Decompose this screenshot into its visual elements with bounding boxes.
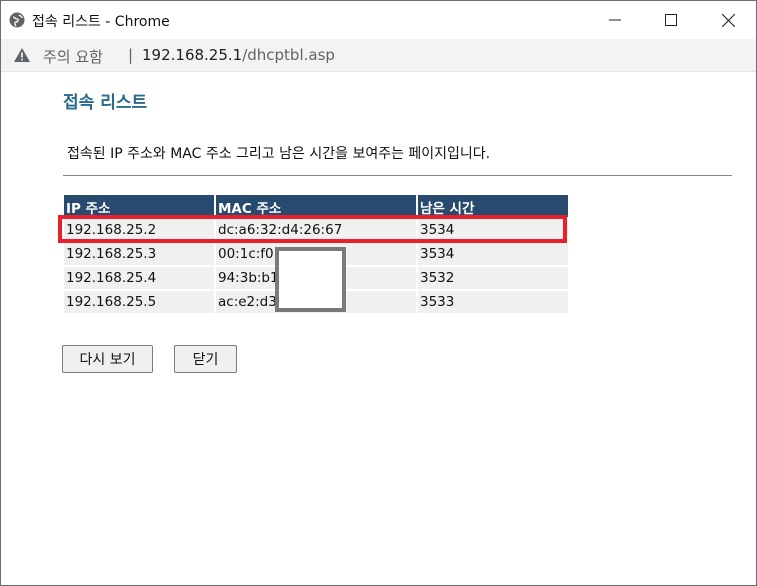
highlight-box (58, 215, 567, 243)
url-path: /dhcptbl.asp (242, 46, 335, 64)
cell-ip: 192.168.25.3 (64, 243, 214, 265)
table-header-row: IP 주소 MAC 주소 남은 시간 (64, 195, 568, 217)
window-title: 접속 리스트 - Chrome (32, 14, 170, 30)
redaction-box (275, 247, 346, 312)
column-header-ip: IP 주소 (64, 195, 214, 217)
cell-time: 3533 (418, 291, 568, 313)
minimize-icon (609, 19, 621, 21)
url-text[interactable]: 192.168.25.1/dhcptbl.asp (142, 46, 335, 64)
globe-icon (9, 12, 25, 28)
close-window-button[interactable] (700, 1, 756, 39)
cell-ip: 192.168.25.5 (64, 291, 214, 313)
page-description: 접속된 IP 주소와 MAC 주소 그리고 남은 시간을 보여주는 페이지입니다… (67, 146, 491, 162)
close-icon (721, 13, 735, 27)
browser-window: 접속 리스트 - Chrome 주의 요함 | 192.168.25.1/dhc… (0, 0, 757, 586)
column-header-mac: MAC 주소 (216, 195, 416, 217)
title-bar: 접속 리스트 - Chrome (1, 1, 756, 39)
address-separator: | (128, 46, 134, 64)
cell-time: 3532 (418, 267, 568, 289)
maximize-icon (665, 14, 677, 26)
cell-time: 3534 (418, 243, 568, 265)
page-title: 접속 리스트 (63, 93, 148, 113)
divider (63, 175, 732, 176)
page-content: 접속 리스트 접속된 IP 주소와 MAC 주소 그리고 남은 시간을 보여주는… (1, 72, 756, 585)
column-header-time: 남은 시간 (418, 195, 568, 217)
security-warning-label[interactable]: 주의 요함 (43, 46, 103, 67)
maximize-button[interactable] (643, 1, 699, 39)
refresh-button[interactable]: 다시 보기 (62, 345, 153, 373)
warning-icon[interactable] (14, 48, 30, 62)
close-button[interactable]: 닫기 (174, 345, 237, 373)
url-host: 192.168.25.1 (142, 46, 243, 64)
minimize-button[interactable] (587, 1, 643, 39)
cell-ip: 192.168.25.4 (64, 267, 214, 289)
address-bar[interactable]: 주의 요함 | 192.168.25.1/dhcptbl.asp (1, 39, 756, 72)
